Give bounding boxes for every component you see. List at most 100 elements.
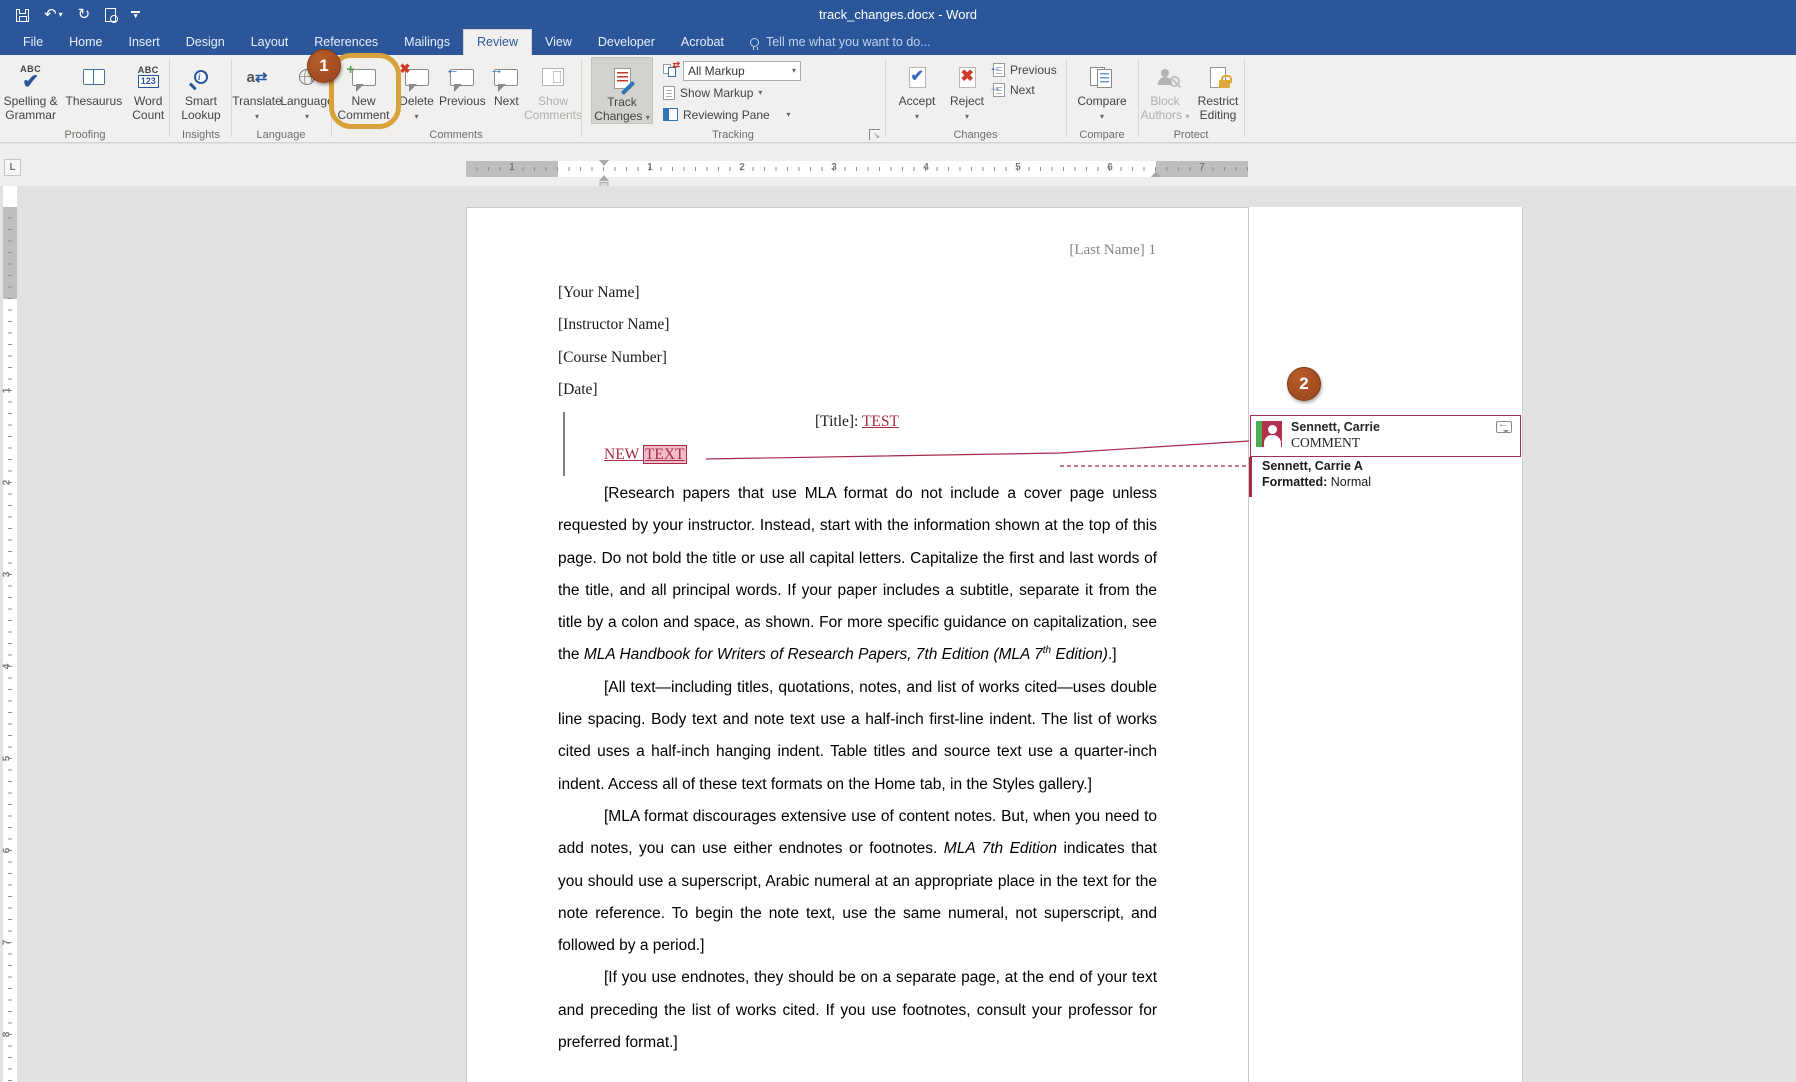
language-label: Language▾ <box>280 95 333 122</box>
ruler-strip: L 11234567 <box>0 144 1796 186</box>
all-markup-value: All Markup <box>688 64 745 78</box>
delete-comment-button[interactable]: ✖ Delete▾ <box>398 57 435 122</box>
reply-comment-icon[interactable] <box>1496 421 1512 433</box>
group-label-changes: Changes <box>887 129 1064 141</box>
front-matter-line[interactable]: [Instructor Name] <box>558 316 669 334</box>
delete-comment-icon: ✖ <box>405 59 429 95</box>
tab-mailings[interactable]: Mailings <box>391 30 463 55</box>
comment-text: COMMENT <box>1291 435 1360 451</box>
front-matter-line[interactable]: [Your Name] <box>558 284 640 302</box>
spelling-grammar-button[interactable]: ABC✔ Spelling & Grammar <box>2 57 59 122</box>
smart-lookup-button[interactable]: i Smart Lookup <box>175 57 227 122</box>
revision-entry[interactable]: Sennett, Carrie A Formatted: Normal <box>1262 458 1371 490</box>
word-count-button[interactable]: ABC123 Word Count <box>129 57 169 122</box>
group-protect: Block Authors ▾ Restrict Editing Protect <box>1140 55 1242 142</box>
show-comments-label: Show Comments <box>524 95 582 122</box>
ruler-number: 4 <box>1 664 12 670</box>
undo-icon[interactable]: ↶▾ <box>44 5 63 25</box>
new-comment-label: New Comment <box>333 95 394 122</box>
next-change-icon: → <box>993 83 1005 97</box>
front-matter-line[interactable]: [Course Number] <box>558 349 667 367</box>
vertical-ruler: 12345678 <box>3 186 17 1082</box>
tab-insert[interactable]: Insert <box>116 30 173 55</box>
save-icon[interactable] <box>16 9 29 22</box>
body-paragraph[interactable]: [MLA format discourages extensive use of… <box>558 801 1157 962</box>
inserted-title-text: TEST <box>862 413 899 430</box>
show-markup-row[interactable]: Show Markup▾ <box>663 82 801 103</box>
reviewing-pane-row[interactable]: Reviewing Pane ▾ <box>663 104 801 125</box>
compare-button[interactable]: Compare▾ <box>1073 57 1131 122</box>
revision-bar <box>1249 457 1252 497</box>
accept-label: Accept▾ <box>899 95 936 122</box>
ruler-number: 2 <box>739 162 745 173</box>
tab-view[interactable]: View <box>532 30 585 55</box>
revision-value: Normal <box>1327 475 1371 489</box>
group-changes: ✔ Accept▾ ✖ Reject▾ ← Previous → Next <box>887 55 1064 142</box>
ruler-number: 3 <box>831 162 837 173</box>
inserted-new-text: NEW <box>604 446 643 463</box>
previous-change-button[interactable]: ← Previous <box>993 62 1057 78</box>
tab-design[interactable]: Design <box>173 30 238 55</box>
tab-acrobat[interactable]: Acrobat <box>668 30 737 55</box>
previous-comment-button[interactable]: ← Previous <box>439 57 486 109</box>
next-comment-button[interactable]: → Next <box>490 57 523 109</box>
new-comment-button[interactable]: 1 + New Comment <box>333 57 394 122</box>
redo-icon[interactable]: ↻ <box>78 5 91 25</box>
tracking-dialog-launcher[interactable]: ↘ <box>869 129 880 140</box>
horizontal-ruler: 11234567 <box>466 161 1248 177</box>
title-line[interactable]: [Title]: TEST <box>558 413 1156 431</box>
translate-label: Translate▾ <box>232 95 282 122</box>
track-changes-label: Track Changes ▾ <box>592 96 652 123</box>
front-matter-line[interactable]: [Date] <box>558 381 598 399</box>
commented-selected-text[interactable]: TEXT <box>643 445 687 464</box>
customize-qat-icon[interactable]: ▾ <box>131 11 140 19</box>
translate-button[interactable]: a⇄ Translate▾ <box>233 57 281 122</box>
body-paragraph[interactable]: [All text—including titles, quotations, … <box>558 672 1157 801</box>
accept-button[interactable]: ✔ Accept▾ <box>893 57 941 122</box>
next-comment-label: Next <box>494 95 519 109</box>
tab-home[interactable]: Home <box>56 30 115 55</box>
restrict-editing-icon <box>1210 59 1226 95</box>
body-paragraph[interactable]: [Research papers that use MLA format do … <box>558 478 1157 672</box>
ruler-number: 7 <box>1199 162 1205 173</box>
ruler-number: 5 <box>1015 162 1021 173</box>
ruler-number: 6 <box>1 848 12 854</box>
new-comment-icon: + <box>352 59 376 95</box>
tell-me-label: Tell me what you want to do... <box>766 35 931 49</box>
tab-stop-selector[interactable]: L <box>4 159 21 176</box>
inserted-text-line[interactable]: NEW TEXT <box>604 446 687 464</box>
restrict-editing-button[interactable]: Restrict Editing <box>1194 57 1242 122</box>
revision-author: Sennett, Carrie A <box>1262 459 1363 473</box>
tell-me-box[interactable]: Tell me what you want to do... <box>737 30 944 55</box>
block-authors-label: Block Authors ▾ <box>1140 95 1190 122</box>
document-area: 12345678 [Last Name] 1 [Your Name][Instr… <box>0 186 1796 1082</box>
next-change-button[interactable]: → Next <box>993 82 1057 98</box>
tab-developer[interactable]: Developer <box>585 30 668 55</box>
tab-review[interactable]: Review <box>463 29 532 55</box>
document-title: track_changes.docx - Word <box>819 7 977 22</box>
group-label-insights: Insights <box>171 129 231 141</box>
tutorial-marker-2: 2 <box>1287 367 1321 401</box>
body-paragraphs[interactable]: [Research papers that use MLA format do … <box>558 478 1157 1059</box>
track-changes-button[interactable]: Track Changes ▾ <box>591 57 653 124</box>
right-indent-marker[interactable] <box>1151 166 1161 177</box>
body-paragraph[interactable]: [If you use endnotes, they should be on … <box>558 962 1157 1059</box>
display-for-review-select[interactable]: All Markup▾ <box>683 61 801 81</box>
restrict-editing-label: Restrict Editing <box>1194 95 1242 122</box>
lightbulb-icon <box>750 38 759 47</box>
comment-balloon[interactable]: Sennett, Carrie COMMENT <box>1250 415 1521 457</box>
tab-layout[interactable]: Layout <box>238 30 302 55</box>
title-bar: ↶▾ ↻ ▾ track_changes.docx - Word <box>0 0 1796 29</box>
title-prefix: [Title]: <box>815 413 862 430</box>
reject-button[interactable]: ✖ Reject▾ <box>945 57 989 122</box>
ruler-number: 2 <box>1 480 12 486</box>
ruler-number: 8 <box>1 1032 12 1038</box>
ruler-number: 1 <box>647 162 653 173</box>
tab-file[interactable]: File <box>10 30 56 55</box>
tutorial-marker-1: 1 <box>307 49 341 83</box>
previous-comment-icon: ← <box>450 59 474 95</box>
hanging-indent-marker[interactable] <box>599 170 609 181</box>
thesaurus-icon <box>83 59 105 95</box>
print-preview-icon[interactable] <box>105 8 116 22</box>
thesaurus-button[interactable]: Thesaurus <box>63 57 124 109</box>
